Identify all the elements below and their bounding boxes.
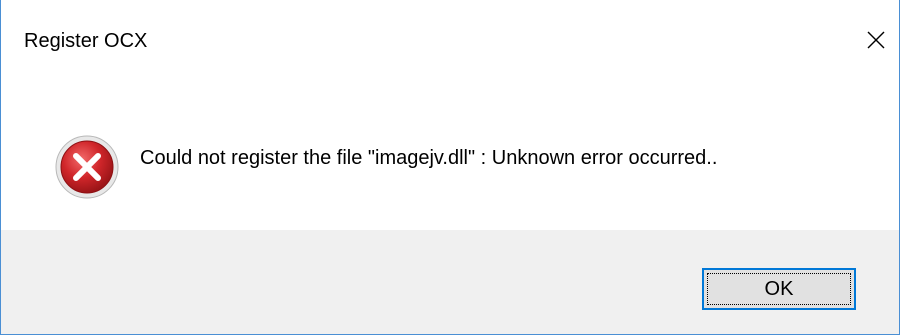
ok-button-label: OK xyxy=(764,277,794,300)
dialog-content: Could not register the file "imagejv.dll… xyxy=(1,90,899,230)
message-dialog: Register OCX Could not register the file… xyxy=(0,0,900,335)
ok-button[interactable]: OK xyxy=(702,268,856,310)
error-message: Could not register the file "imagejv.dll… xyxy=(140,147,718,169)
window-title: Register OCX xyxy=(24,30,148,52)
close-icon xyxy=(866,30,886,55)
error-icon xyxy=(54,134,120,200)
title-bar[interactable]: Register OCX xyxy=(1,0,899,90)
button-bar: OK xyxy=(1,230,899,334)
close-button[interactable] xyxy=(853,18,899,66)
